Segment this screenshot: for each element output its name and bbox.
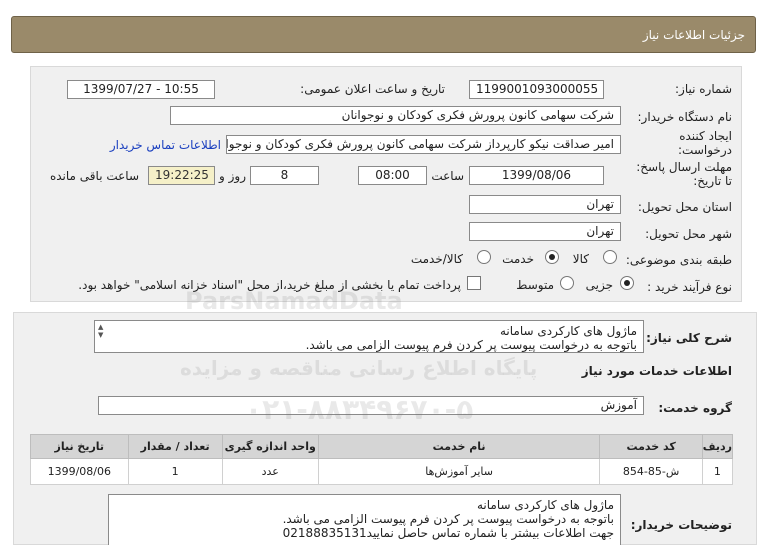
process-medium-radio[interactable] (560, 276, 574, 290)
process-medium-label: متوسط (516, 278, 554, 292)
category-both-label: کالا/خدمت (410, 252, 463, 266)
scroll-arrows-icon[interactable]: ▲ ▼ (98, 323, 103, 339)
service-group-label: گروه خدمت: (658, 401, 732, 415)
deadline-time-label: ساعت (431, 169, 464, 183)
creator-label-1: ایجاد کننده (679, 129, 732, 143)
buyer-notes-line: جهت اطلاعات بیشتر با شماره تماس حاصل نما… (282, 526, 614, 540)
need-number-field[interactable]: 1199001093000055 (469, 80, 604, 99)
days-left-field[interactable]: 8 (250, 166, 319, 185)
page-header: جزئیات اطلاعات نیاز (11, 16, 756, 53)
table-header-row: ردیف کد خدمت نام خدمت واحد اندازه گیری ت… (30, 434, 734, 459)
service-group-field[interactable]: آموزش (98, 396, 644, 415)
table-row[interactable]: 1 ش-85-854 سایر آموزش‌ها عدد 1 1399/08/0… (30, 458, 734, 485)
col-row-number: ردیف (701, 434, 734, 459)
col-need-date: تاریخ نیاز (30, 434, 129, 459)
process-label: نوع فرآیند خرید : (647, 280, 732, 294)
col-service-code: کد خدمت (599, 434, 703, 459)
buyer-org-field[interactable]: شرکت سهامی کانون پرورش فکری کودکان و نوج… (170, 106, 621, 125)
category-goods-radio[interactable] (603, 250, 617, 264)
category-service-label: خدمت (502, 252, 534, 266)
treasury-payment-checkbox[interactable] (467, 276, 481, 290)
cell-service-name: سایر آموزش‌ها (317, 458, 601, 485)
page-title: جزئیات اطلاعات نیاز (642, 28, 745, 42)
services-section-title: اطلاعات خدمات مورد نیاز (581, 364, 732, 378)
category-service-radio[interactable] (545, 250, 559, 264)
need-number-label: شماره نیاز: (675, 82, 732, 96)
days-label: روز و (219, 169, 246, 183)
col-unit: واحد اندازه گیری (221, 434, 319, 459)
deadline-time-field[interactable]: 08:00 (358, 166, 427, 185)
cell-row-number: 1 (701, 458, 734, 485)
buyer-notes-textbox[interactable]: ماژول های کارکردی سامانه باتوجه به درخوا… (108, 494, 621, 545)
summary-textbox[interactable]: ▲ ▼ ماژول های کارکردی سامانه باتوجه به در… (94, 320, 644, 353)
col-quantity: تعداد / مقدار (127, 434, 223, 459)
cell-unit: عدد (221, 458, 319, 485)
deadline-label-1: مهلت ارسال پاسخ: (636, 160, 732, 174)
summary-label: شرح کلی نیاز: (646, 331, 732, 345)
buyer-notes-line: باتوجه به درخواست پیوست پر کردن فرم پیوس… (282, 512, 614, 526)
category-label: طبقه بندی موضوعی: (625, 253, 732, 267)
treasury-payment-note: پرداخت تمام یا بخشی از مبلغ خرید،از محل … (78, 278, 461, 292)
time-left-field: 19:22:25 (148, 166, 215, 185)
process-minor-label: جزیی (585, 278, 613, 292)
deadline-label-2: تا تاریخ: (693, 174, 732, 188)
announce-date-field[interactable]: 1399/07/27 - 10:55 (67, 80, 215, 99)
time-left-label: ساعت باقی مانده (49, 169, 139, 183)
creator-field[interactable]: امیر صداقت نیکو کارپرداز شرکت سهامی کانو… (226, 135, 621, 154)
province-label: استان محل تحویل: (637, 200, 732, 214)
city-label: شهر محل تحویل: (645, 227, 732, 241)
province-field[interactable]: تهران (469, 195, 621, 214)
cell-service-code: ش-85-854 (599, 458, 703, 485)
category-both-radio[interactable] (477, 250, 491, 264)
buyer-notes-label: توضیحات خریدار: (630, 518, 732, 532)
col-service-name: نام خدمت (317, 434, 601, 459)
buyer-org-label: نام دستگاه خریدار: (637, 110, 733, 124)
category-goods-label: کالا (572, 252, 589, 266)
buyer-notes-line: ماژول های کارکردی سامانه (476, 498, 614, 512)
announce-date-label: تاریخ و ساعت اعلان عمومی: (300, 82, 445, 96)
services-table: ردیف کد خدمت نام خدمت واحد اندازه گیری ت… (30, 434, 734, 485)
cell-quantity: 1 (127, 458, 223, 485)
city-field[interactable]: تهران (469, 222, 621, 241)
summary-line: ماژول های کارکردی سامانه (499, 324, 637, 338)
cell-need-date: 1399/08/06 (30, 458, 129, 485)
process-minor-radio[interactable] (620, 276, 634, 290)
creator-label-2: درخواست: (678, 143, 732, 157)
buyer-contact-link[interactable]: اطلاعات تماس خریدار (110, 138, 221, 152)
deadline-date-field[interactable]: 1399/08/06 (469, 166, 604, 185)
summary-line: باتوجه به درخواست پیوست پر کردن فرم پیوس… (305, 338, 637, 352)
